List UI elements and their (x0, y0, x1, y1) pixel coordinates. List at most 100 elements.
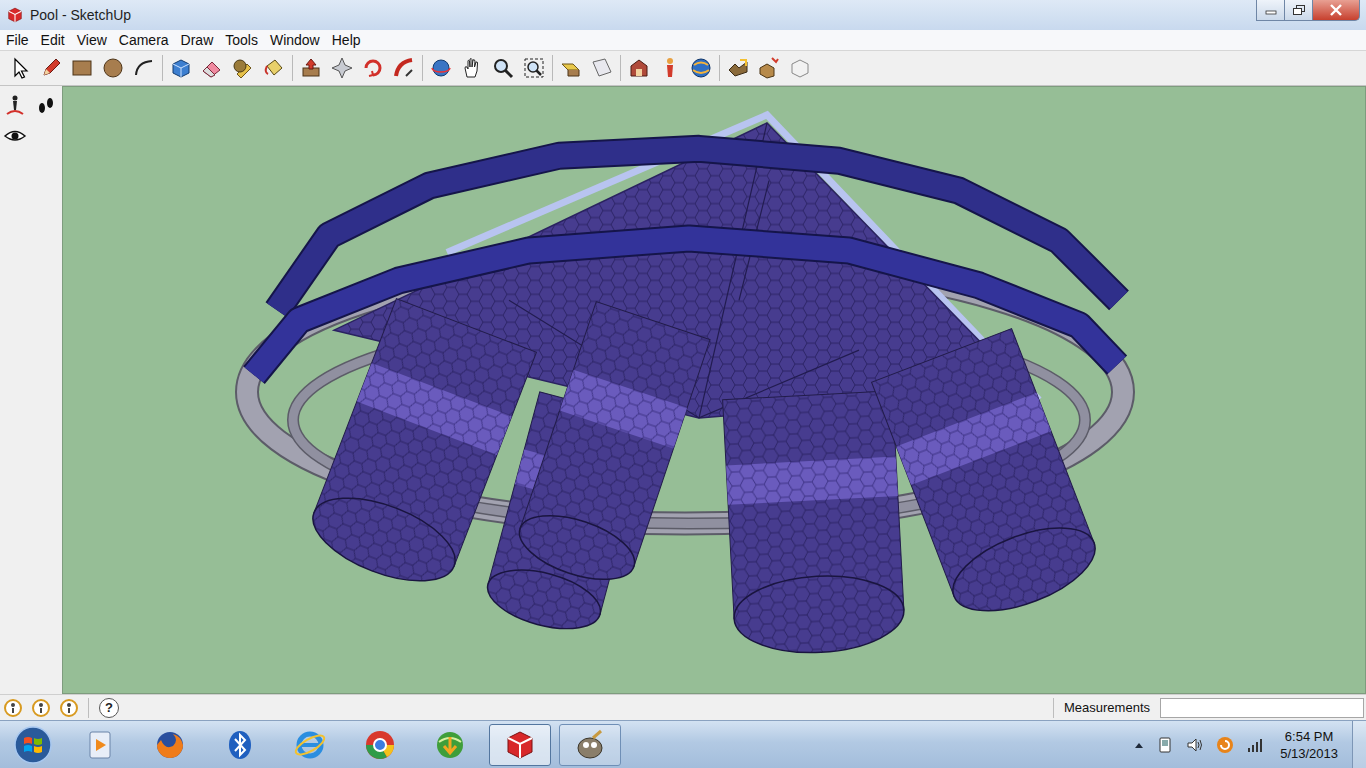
tool-button[interactable] (198, 54, 226, 82)
system-tray: 6:54 PM5/13/2013 (1134, 728, 1352, 762)
tool-button[interactable] (755, 54, 783, 82)
measurements-field[interactable] (1160, 698, 1364, 718)
device-icon[interactable] (1156, 736, 1174, 754)
toolbar-separator (292, 55, 293, 81)
sketchup-screen: Pool - SketchUpFileEditViewCameraDrawToo… (0, 0, 1366, 768)
menu-item[interactable]: View (71, 32, 113, 48)
tool-button[interactable] (489, 54, 517, 82)
window-controls (1256, 0, 1360, 21)
tool-button[interactable] (297, 54, 325, 82)
internet-explorer-icon (293, 728, 327, 762)
menu-item[interactable]: Draw (175, 32, 220, 48)
tool-group (427, 54, 548, 82)
taskbar-button[interactable] (419, 724, 481, 766)
section-icon (590, 56, 614, 80)
pan-icon (460, 56, 484, 80)
tool-button[interactable] (6, 54, 34, 82)
close-icon (1329, 4, 1343, 16)
show-desktop-button[interactable] (1352, 721, 1366, 768)
tool-button[interactable] (1, 122, 29, 150)
network-icon[interactable] (1246, 736, 1264, 754)
taskbar-button[interactable] (279, 724, 341, 766)
tool-button[interactable] (37, 54, 65, 82)
close-button[interactable] (1313, 0, 1360, 21)
menu-item[interactable]: Help (326, 32, 367, 48)
tool-button[interactable] (687, 54, 715, 82)
main-area (0, 86, 1366, 694)
tool-button[interactable] (130, 54, 158, 82)
tool-button[interactable] (229, 54, 257, 82)
rotate-icon (361, 56, 385, 80)
clock[interactable]: 6:54 PM5/13/2013 (1276, 728, 1342, 762)
tool-button[interactable] (1, 92, 29, 120)
walk-icon (34, 94, 58, 118)
menu-item[interactable]: Camera (113, 32, 175, 48)
tool-button[interactable] (32, 92, 60, 120)
status-info-icon[interactable] (60, 699, 78, 717)
tool-button[interactable] (167, 54, 195, 82)
tool-button[interactable] (520, 54, 548, 82)
select-icon (8, 56, 32, 80)
taskbar-button[interactable] (69, 724, 131, 766)
camera-toolbar (0, 86, 62, 694)
tool-button[interactable] (68, 54, 96, 82)
tool-button[interactable] (99, 54, 127, 82)
start-button[interactable] (0, 725, 66, 765)
tool-button[interactable] (359, 54, 387, 82)
eye-icon (3, 124, 27, 148)
tool-group (724, 54, 814, 82)
speaker-icon[interactable] (1186, 736, 1204, 754)
tool-button[interactable] (390, 54, 418, 82)
clock-time: 6:54 PM (1285, 728, 1333, 745)
tool-button[interactable] (786, 54, 814, 82)
pencil-icon (39, 56, 63, 80)
tool-button[interactable] (328, 54, 356, 82)
tool-button[interactable] (656, 54, 684, 82)
menu-item[interactable]: File (0, 32, 35, 48)
tool-button[interactable] (557, 54, 585, 82)
toolbar-separator (719, 55, 720, 81)
rectangle-icon (70, 56, 94, 80)
blue-ring (254, 149, 1119, 375)
status-info-icon[interactable] (32, 699, 50, 717)
taskbar-button[interactable] (559, 724, 621, 766)
sketchup-logo-icon (6, 6, 24, 24)
move-icon (330, 56, 354, 80)
menu-item[interactable]: Edit (35, 32, 71, 48)
taskbar-button[interactable] (489, 724, 551, 766)
tool-button[interactable] (458, 54, 486, 82)
show-hidden-icons-icon[interactable] (1134, 741, 1144, 749)
person-icon (658, 56, 682, 80)
tool-group (167, 54, 288, 82)
status-icons (0, 699, 78, 717)
help-button[interactable]: ? (99, 698, 119, 718)
taskbar: 6:54 PM5/13/2013 (0, 720, 1366, 768)
menu-item[interactable]: Window (264, 32, 326, 48)
tool-button[interactable] (625, 54, 653, 82)
toolbar-separator (422, 55, 423, 81)
circle-icon (101, 56, 125, 80)
followme-icon (392, 56, 416, 80)
orbit-icon (429, 56, 453, 80)
restore-button[interactable] (1285, 0, 1313, 21)
tool-group (6, 54, 158, 82)
minimize-button[interactable] (1256, 0, 1285, 21)
cylinder (723, 391, 906, 657)
tool-button[interactable] (588, 54, 616, 82)
status-info-icon[interactable] (4, 699, 22, 717)
share-icon (726, 56, 750, 80)
updater-icon[interactable] (1216, 736, 1234, 754)
globe-icon (689, 56, 713, 80)
tool-button[interactable] (260, 54, 288, 82)
cylinder (872, 329, 1107, 628)
tool-button[interactable] (724, 54, 752, 82)
menu-item[interactable]: Tools (219, 32, 264, 48)
tool-button[interactable] (427, 54, 455, 82)
tool-group (297, 54, 418, 82)
taskbar-button[interactable] (139, 724, 201, 766)
tape-icon (231, 56, 255, 80)
taskbar-button[interactable] (209, 724, 271, 766)
model-viewport[interactable] (62, 86, 1366, 694)
taskbar-button[interactable] (349, 724, 411, 766)
toolbar-separator (620, 55, 621, 81)
